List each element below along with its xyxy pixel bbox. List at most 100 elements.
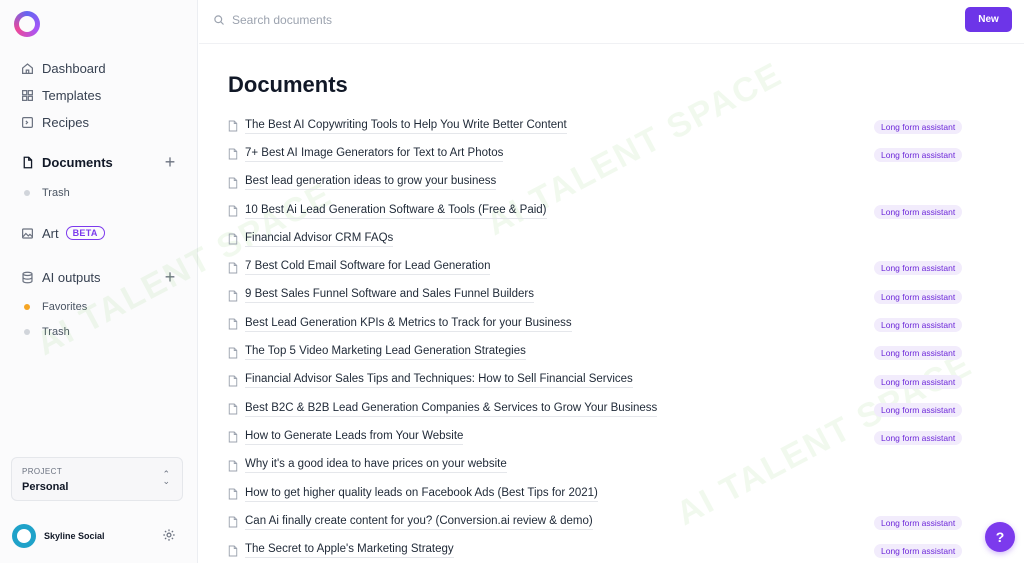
- table-row[interactable]: 7 Best Cold Email Software for Lead Gene…: [228, 253, 978, 281]
- sidebar-item-documents-trash[interactable]: Trash: [24, 185, 70, 201]
- document-title[interactable]: Can Ai finally create content for you? (…: [245, 515, 593, 530]
- document-icon: [228, 460, 238, 472]
- sidebar-item-label: Trash: [42, 187, 70, 199]
- user-profile[interactable]: Skyline Social: [12, 524, 105, 548]
- document-title[interactable]: 10 Best Ai Lead Generation Software & To…: [245, 204, 547, 219]
- document-icon: [228, 262, 238, 274]
- document-icon: [228, 403, 238, 415]
- document-icon: [228, 347, 238, 358]
- document-icon: [228, 205, 238, 217]
- document-list: The Best AI Copywriting Tools to Help Yo…: [228, 112, 978, 563]
- document-icon: [228, 516, 238, 528]
- status-badge: Long form assistant: [874, 516, 963, 531]
- document-icon: [228, 375, 238, 387]
- app-logo[interactable]: [14, 11, 40, 37]
- recipe-icon: [20, 115, 34, 129]
- database-icon: [20, 270, 34, 284]
- sidebar-item-templates[interactable]: Templates: [20, 85, 101, 105]
- table-row[interactable]: Best Lead Generation KPIs & Metrics to T…: [228, 310, 978, 338]
- sidebar-item-dashboard[interactable]: Dashboard: [20, 58, 106, 78]
- document-title[interactable]: The Best AI Copywriting Tools to Help Yo…: [245, 119, 567, 134]
- status-badge: Long form assistant: [874, 120, 963, 134]
- document-title[interactable]: Best B2C & B2B Lead Generation Companies…: [245, 402, 658, 417]
- sidebar-item-ai-outputs[interactable]: AI outputs: [20, 267, 101, 287]
- image-icon: [20, 226, 34, 240]
- table-row[interactable]: Best lead generation ideas to grow your …: [228, 169, 978, 197]
- dot-icon: [24, 190, 30, 196]
- document-icon: [228, 148, 238, 160]
- table-row[interactable]: How to get higher quality leads on Faceb…: [228, 480, 978, 508]
- chevron-up-down-icon: ⌃ ⌄: [162, 469, 170, 486]
- project-value: Personal: [22, 481, 69, 493]
- page-title: Documents: [228, 72, 348, 97]
- sidebar-item-label: Documents: [42, 154, 113, 170]
- document-title[interactable]: How to get higher quality leads on Faceb…: [245, 487, 598, 502]
- document-title[interactable]: 9 Best Sales Funnel Software and Sales F…: [245, 288, 534, 304]
- table-row[interactable]: The Best AI Copywriting Tools to Help Yo…: [228, 112, 978, 140]
- status-badge: Long form assistant: [874, 402, 963, 417]
- document-title[interactable]: The Top 5 Video Marketing Lead Generatio…: [245, 345, 526, 361]
- gear-icon[interactable]: [162, 528, 176, 542]
- beta-badge: BETA: [65, 226, 105, 240]
- sidebar-item-label: Favorites: [42, 301, 88, 313]
- table-row[interactable]: Financial Advisor Sales Tips and Techniq…: [228, 367, 978, 395]
- document-title[interactable]: Best lead generation ideas to grow your …: [245, 175, 497, 191]
- document-icon: [228, 488, 238, 500]
- sidebar-item-label: Recipes: [42, 114, 89, 130]
- project-label: PROJECT: [22, 467, 63, 476]
- document-title[interactable]: How to Generate Leads from Your Website: [245, 430, 464, 445]
- table-row[interactable]: 10 Best Ai Lead Generation Software & To…: [228, 197, 978, 225]
- document-title[interactable]: Financial Advisor Sales Tips and Techniq…: [245, 373, 633, 389]
- sidebar-item-art[interactable]: Art BETA: [20, 223, 105, 243]
- document-icon: [228, 431, 238, 443]
- table-row[interactable]: How to Generate Leads from Your Website L…: [228, 423, 978, 451]
- status-badge: Long form assistant: [874, 289, 963, 304]
- new-document-button[interactable]: New: [965, 7, 1012, 32]
- table-row[interactable]: Why it's a good idea to have prices on y…: [228, 452, 978, 480]
- help-button[interactable]: ?: [985, 522, 1015, 552]
- status-badge: Long form assistant: [874, 261, 963, 276]
- status-badge: Long form assistant: [874, 374, 963, 389]
- document-title[interactable]: 7 Best Cold Email Software for Lead Gene…: [245, 260, 491, 276]
- table-row[interactable]: Can Ai finally create content for you? (…: [228, 508, 978, 536]
- document-title[interactable]: The Secret to Apple's Marketing Strategy: [245, 543, 454, 559]
- table-row[interactable]: 9 Best Sales Funnel Software and Sales F…: [228, 282, 978, 310]
- sidebar-item-label: Templates: [42, 87, 102, 103]
- table-row[interactable]: 7+ Best AI Image Generators for Text to …: [228, 140, 978, 168]
- status-badge: Long form assistant: [874, 431, 963, 446]
- status-badge: Long form assistant: [874, 318, 963, 333]
- table-row[interactable]: The Secret to Apple's Marketing Strategy…: [228, 536, 978, 563]
- favorite-dot-icon: [24, 304, 30, 310]
- sidebar-item-label: Art: [42, 225, 59, 241]
- document-icon: [228, 120, 238, 132]
- table-row[interactable]: Financial Advisor CRM FAQs: [228, 225, 978, 253]
- document-icon: [228, 318, 238, 330]
- sidebar-item-recipes[interactable]: Recipes: [20, 112, 89, 132]
- top-bar: New: [199, 0, 1024, 44]
- sidebar-item-favorites[interactable]: Favorites: [24, 299, 87, 315]
- sidebar-item-documents[interactable]: Documents: [20, 152, 113, 172]
- sidebar-item-label: Dashboard: [42, 60, 106, 76]
- table-row[interactable]: Best B2C & B2B Lead Generation Companies…: [228, 395, 978, 423]
- avatar: [12, 524, 36, 548]
- document-icon: [228, 545, 238, 557]
- document-title[interactable]: 7+ Best AI Image Generators for Text to …: [245, 147, 504, 162]
- sidebar-item-label: Trash: [42, 326, 70, 338]
- document-title[interactable]: Why it's a good idea to have prices on y…: [245, 458, 507, 474]
- add-ai-output-icon[interactable]: +: [162, 268, 178, 286]
- search-input[interactable]: [232, 10, 632, 30]
- project-selector[interactable]: PROJECT Personal ⌃ ⌄: [11, 457, 183, 501]
- table-row[interactable]: The Top 5 Video Marketing Lead Generatio…: [228, 338, 978, 366]
- status-badge: Long form assistant: [874, 346, 963, 361]
- document-title[interactable]: Best Lead Generation KPIs & Metrics to T…: [245, 317, 572, 332]
- document-icon: [228, 233, 238, 245]
- document-title[interactable]: Financial Advisor CRM FAQs: [245, 232, 394, 247]
- search-icon: [214, 15, 224, 25]
- add-document-icon[interactable]: +: [162, 153, 178, 171]
- status-badge: Long form assistant: [874, 544, 963, 559]
- user-name: Skyline Social: [44, 531, 105, 541]
- home-icon: [20, 61, 34, 75]
- sidebar-item-ai-outputs-trash[interactable]: Trash: [24, 324, 70, 340]
- sidebar: Dashboard Templates Recipes Documents + …: [0, 0, 198, 563]
- sidebar-item-label: AI outputs: [42, 269, 101, 285]
